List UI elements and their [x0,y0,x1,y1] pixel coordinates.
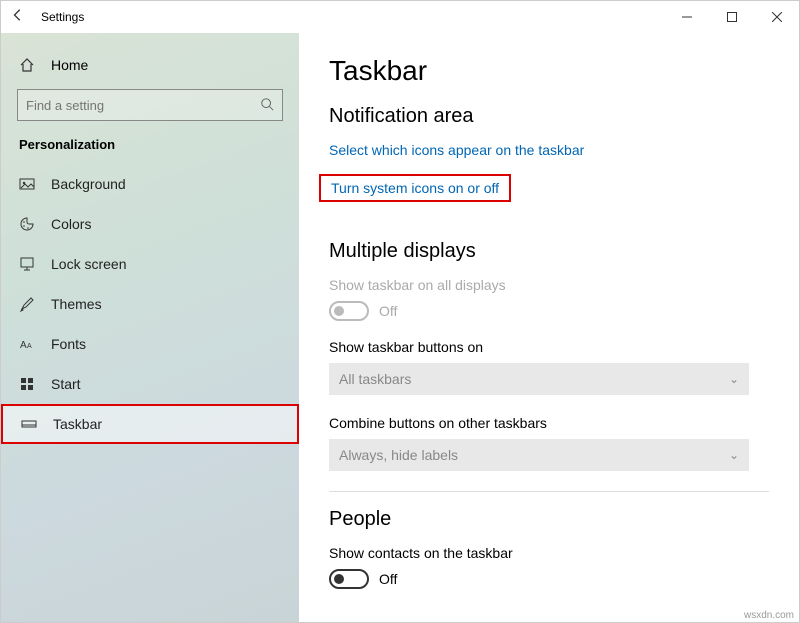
section-multiple-displays: Multiple displays [329,240,769,263]
chevron-down-icon: ⌄ [729,448,739,462]
window-title: Settings [41,10,84,24]
show-buttons-dropdown[interactable]: All taskbars ⌄ [329,363,749,395]
sidebar-item-label: Fonts [51,336,86,352]
image-icon [19,176,35,192]
toggle-state: Off [379,303,397,319]
sidebar-item-themes[interactable]: Themes [1,284,299,324]
sidebar-item-label: Themes [51,296,102,312]
sidebar-item-lockscreen[interactable]: Lock screen [1,244,299,284]
fonts-icon: AA [19,336,35,352]
back-button[interactable] [11,8,41,27]
combine-label: Combine buttons on other taskbars [329,415,769,431]
combine-dropdown[interactable]: Always, hide labels ⌄ [329,439,749,471]
window-controls [664,1,799,33]
show-all-displays-label: Show taskbar on all displays [329,277,769,293]
sidebar-category: Personalization [1,137,299,164]
search-box[interactable] [17,89,283,121]
titlebar: Settings [1,1,799,33]
link-system-icons[interactable]: Turn system icons on or off [319,174,511,202]
sidebar-item-label: Lock screen [51,256,126,272]
taskbar-icon [21,416,37,432]
sidebar: Home Personalization Background Colors [1,33,299,622]
contacts-label: Show contacts on the taskbar [329,545,769,561]
link-select-icons[interactable]: Select which icons appear on the taskbar [329,142,584,158]
sidebar-item-fonts[interactable]: AA Fonts [1,324,299,364]
settings-window: Settings Home Personalization B [0,0,800,623]
minimize-button[interactable] [664,1,709,33]
toggle-track [329,569,369,589]
sidebar-item-start[interactable]: Start [1,364,299,404]
window-body: Home Personalization Background Colors [1,33,799,622]
chevron-down-icon: ⌄ [729,372,739,386]
toggle-state: Off [379,571,397,587]
divider [329,491,769,492]
svg-text:A: A [27,343,32,350]
toggle-track [329,301,369,321]
sidebar-item-label: Start [51,376,81,392]
start-icon [19,376,35,392]
toggle-knob [334,306,344,316]
sidebar-item-taskbar[interactable]: Taskbar [1,404,299,444]
main-content: Taskbar Notification area Select which i… [299,33,799,622]
sidebar-home[interactable]: Home [1,51,299,79]
brush-icon [19,296,35,312]
sidebar-item-background[interactable]: Background [1,164,299,204]
section-notification: Notification area [329,105,769,128]
svg-text:A: A [20,340,27,351]
sidebar-item-label: Background [51,176,126,192]
toggle-knob [334,574,344,584]
search-input[interactable] [26,98,260,113]
page-title: Taskbar [329,55,769,87]
palette-icon [19,216,35,232]
watermark: wsxdn.com [744,610,794,621]
sidebar-item-label: Colors [51,216,91,232]
lockscreen-icon [19,256,35,272]
search-icon [260,97,274,114]
section-people: People [329,508,769,531]
close-button[interactable] [754,1,799,33]
home-label: Home [51,57,88,73]
show-all-displays-toggle: Off [329,301,769,321]
sidebar-nav: Background Colors Lock screen Themes AA … [1,164,299,444]
dropdown-value: All taskbars [339,371,411,387]
contacts-toggle[interactable]: Off [329,569,769,589]
home-icon [19,57,35,73]
sidebar-item-colors[interactable]: Colors [1,204,299,244]
show-buttons-label: Show taskbar buttons on [329,339,769,355]
sidebar-item-label: Taskbar [53,416,102,432]
dropdown-value: Always, hide labels [339,447,458,463]
maximize-button[interactable] [709,1,754,33]
